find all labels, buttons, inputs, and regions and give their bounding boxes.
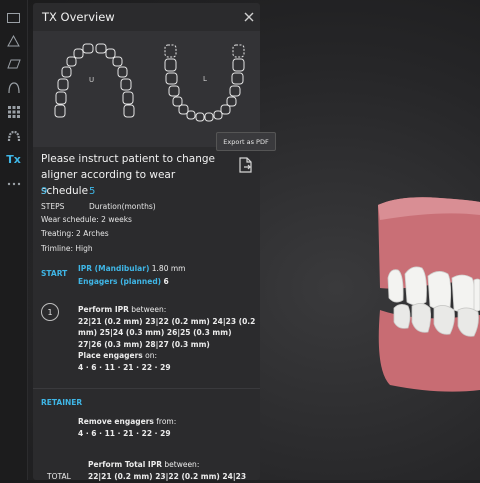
retainer-engagers-list: 4 · 6 · 11 · 21 · 22 · 29 <box>78 428 171 438</box>
ipr-mandibular-label: IPR (Mandibular) <box>78 264 150 273</box>
duration-label: Duration(months) <box>89 202 156 211</box>
section-divider <box>33 388 260 389</box>
step1-ipr-line1: 22|21 (0.2 mm) 23|22 (0.2 mm) 24|23 (0.2 <box>78 316 256 326</box>
step-number-badge: 1 <box>41 303 59 321</box>
lower-arch-label: L <box>203 75 207 83</box>
steps-value: 9 <box>41 186 48 197</box>
start-section-label: START <box>41 269 68 278</box>
triangle-icon[interactable] <box>4 32 23 50</box>
engagers-planned-label: Engagers (planned) <box>78 277 162 286</box>
ipr-mandibular: IPR (Mandibular) 1.80 mm <box>78 263 185 275</box>
wear-schedule: Wear schedule: 2 weeks <box>41 215 132 224</box>
rectangle-icon[interactable] <box>4 9 23 27</box>
tx-overview-panel: TX Overview U L <box>33 3 260 480</box>
step1-ipr-line3: 27|26 (0.3 mm) 28|27 (0.3 mm) <box>78 339 210 349</box>
export-pdf-icon[interactable] <box>237 156 255 174</box>
total-ipr-heading: Perform Total IPR between: <box>88 459 260 471</box>
from-text: from: <box>153 417 177 426</box>
total-ipr-line1: 22|21 (0.2 mm) 23|22 (0.2 mm) 24|23 <box>88 471 247 481</box>
step1-engagers-list: 4 · 6 · 11 · 21 · 22 · 29 <box>78 362 171 372</box>
panel-title: TX Overview <box>42 10 115 24</box>
parallelogram-icon[interactable] <box>4 55 23 73</box>
more-icon[interactable] <box>4 175 23 193</box>
export-tooltip: Export as PDF <box>216 132 276 151</box>
perform-ipr-label: Perform IPR <box>78 305 129 314</box>
total-between-text: between: <box>162 460 200 469</box>
tx-icon[interactable]: Tx <box>4 150 23 168</box>
retainer-section-label: RETAINER <box>41 398 83 407</box>
between-text: between: <box>128 305 167 314</box>
upper-arch-diagram <box>54 43 135 118</box>
duration-value: 5 <box>89 186 96 197</box>
left-toolbar: Tx <box>0 0 28 480</box>
close-icon[interactable] <box>242 9 256 23</box>
engagers-planned-value: 6 <box>163 277 169 286</box>
total-block: Perform Total IPR between: 22|21 (0.2 mm… <box>88 459 260 482</box>
ipr-mandibular-value: 1.80 mm <box>151 264 186 273</box>
step1-ipr-block: Perform IPR between: 22|21 (0.2 mm) 23|2… <box>78 304 260 373</box>
trimline-info: Trimline: High <box>41 244 93 253</box>
grid-icon[interactable] <box>4 103 23 121</box>
3d-teeth-model[interactable] <box>370 190 480 400</box>
steps-label: STEPS <box>41 202 65 211</box>
place-engagers-heading: Place engagers on: <box>78 350 260 362</box>
remove-engagers-heading: Remove engagers from: <box>78 416 176 428</box>
engagers-planned: Engagers (planned) 6 <box>78 276 169 288</box>
tooth-arch-icon[interactable] <box>4 127 23 145</box>
step1-ipr-line2: mm) 25|24 (0.3 mm) 26|25 (0.3 mm) <box>78 328 232 337</box>
place-engagers-label: Place engagers <box>78 351 143 360</box>
arch-icon[interactable] <box>4 79 23 97</box>
instruction-text: Please instruct patient to change aligne… <box>41 153 215 197</box>
perform-total-ipr-label: Perform Total IPR <box>88 460 162 469</box>
upper-arch-label: U <box>89 76 95 84</box>
step1-ipr-heading: Perform IPR between: <box>78 304 260 316</box>
treating-info: Treating: 2 Arches <box>41 229 109 238</box>
arch-diagram-area: U L <box>33 31 260 147</box>
remove-engagers-label: Remove engagers <box>78 417 154 426</box>
total-label: TOTAL <box>47 472 71 481</box>
retainer-block: Remove engagers from: 4 · 6 · 11 · 21 · … <box>78 416 176 439</box>
on-text: on: <box>142 351 158 360</box>
